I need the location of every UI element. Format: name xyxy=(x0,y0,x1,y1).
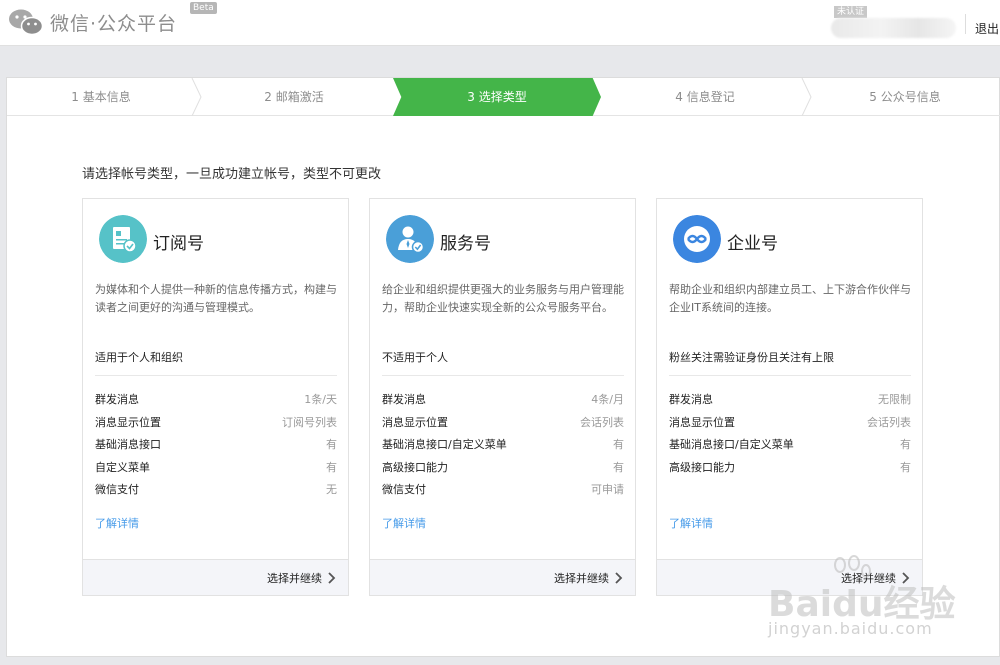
learn-more-link[interactable]: 了解详情 xyxy=(382,515,426,531)
feature-list: 群发消息 无限制 消息显示位置 会话列表 基础消息接口/自定义菜单有 高级接口能力有 xyxy=(669,391,911,481)
select-and-continue-button[interactable]: 选择并继续 xyxy=(554,570,623,586)
feature-value: 可申请 xyxy=(591,483,624,496)
account-info[interactable]: 未认证 xyxy=(831,6,959,38)
header-divider xyxy=(965,14,966,34)
account-name-blurred xyxy=(831,18,956,38)
wechat-icon xyxy=(9,9,44,36)
unverified-badge: 未认证 xyxy=(834,6,868,18)
feature-value: 有 xyxy=(613,438,624,451)
feature-row: 群发消息 4条/月 xyxy=(382,391,624,414)
card-title: 企业号 xyxy=(727,234,778,254)
select-button-label: 选择并继续 xyxy=(267,572,322,585)
feature-name: 群发消息 xyxy=(95,393,139,406)
feature-row: 消息显示位置 会话列表 xyxy=(669,414,911,437)
step-email-activation: 2 邮箱激活 xyxy=(264,90,324,104)
feature-value: 有 xyxy=(613,460,624,474)
select-button-label: 选择并继续 xyxy=(554,572,609,585)
card-description: 帮助企业和组织内部建立员工、上下游合作伙伴与企业IT系统间的连接。 xyxy=(669,283,911,314)
feature-row: 基础消息接口 有 xyxy=(95,436,337,459)
account-type-card-subscription: 订阅号 为媒体和个人提供一种新的信息传播方式，构建与读者之间更好的沟通与管理模式… xyxy=(82,198,349,596)
feature-value: 1条/天 xyxy=(304,393,337,406)
account-type-card-enterprise: 企业号 帮助企业和组织内部建立员工、上下游合作伙伴与企业IT系统间的连接。 粉丝… xyxy=(656,198,923,596)
feature-value: 会话列表 xyxy=(580,415,624,429)
top-header: 微信·公众平台 Beta 未认证 退出 xyxy=(0,0,1000,46)
feature-name: 消息显示位置 xyxy=(669,415,735,429)
chevron-right-icon xyxy=(615,572,623,584)
logout-link[interactable]: 退出 xyxy=(975,20,999,37)
feature-row: 基础消息接口/自定义菜单 有 xyxy=(669,436,911,459)
logo-text: 微信·公众平台 xyxy=(50,12,178,35)
feature-value: 4条/月 xyxy=(591,393,624,406)
feature-name: 群发消息 xyxy=(382,393,426,406)
feature-row: 高级接口能力 有 xyxy=(382,459,624,482)
feature-value: 无限制 xyxy=(878,393,911,406)
feature-name: 基础消息接口/自定义菜单 xyxy=(382,438,507,451)
step-info-registration: 4 信息登记 xyxy=(675,90,735,104)
watermark-url: jingyan.baidu.com xyxy=(768,619,933,638)
select-and-continue-button[interactable]: 选择并继续 xyxy=(267,570,336,586)
card-footer: 选择并继续 xyxy=(370,559,635,595)
feature-name: 群发消息 xyxy=(669,393,713,406)
step-separator-chevron-icon xyxy=(801,78,812,116)
feature-name: 微信支付 xyxy=(95,483,139,496)
feature-name: 基础消息接口 xyxy=(95,438,161,451)
service-person-icon xyxy=(386,215,434,263)
feature-value: 会话列表 xyxy=(867,415,911,429)
card-scope: 粉丝关注需验证身份且关注有上限 xyxy=(669,349,911,376)
feature-name: 自定义菜单 xyxy=(95,460,150,474)
learn-more-link[interactable]: 了解详情 xyxy=(95,515,139,531)
card-title: 订阅号 xyxy=(153,234,204,254)
step-account-info: 5 公众号信息 xyxy=(869,90,941,104)
feature-row: 消息显示位置 订阅号列表 xyxy=(95,414,337,437)
account-type-card-service: 服务号 给企业和组织提供更强大的业务服务与用户管理能力，帮助企业快速实现全新的公… xyxy=(369,198,636,596)
feature-list: 群发消息 1条/天 消息显示位置 订阅号列表 基础消息接口有 自定义菜单有 微信支付… xyxy=(95,391,337,504)
card-title: 服务号 xyxy=(440,234,491,254)
feature-value: 订阅号列表 xyxy=(282,415,337,429)
feature-row: 微信支付 可申请 xyxy=(382,481,624,504)
feature-name: 消息显示位置 xyxy=(382,415,448,429)
feature-row: 高级接口能力 有 xyxy=(669,459,911,482)
feature-value: 有 xyxy=(326,438,337,451)
feature-row: 微信支付 无 xyxy=(95,481,337,504)
feature-row: 群发消息 1条/天 xyxy=(95,391,337,414)
card-scope: 适用于个人和组织 xyxy=(95,349,337,376)
feature-row: 消息显示位置 会话列表 xyxy=(382,414,624,437)
feature-value: 有 xyxy=(900,460,911,474)
step-basic-info: 1 基本信息 xyxy=(71,90,131,104)
step-select-type: 3 选择类型 xyxy=(393,78,601,116)
beta-badge: Beta xyxy=(190,2,217,14)
feature-name: 消息显示位置 xyxy=(95,415,161,429)
feature-name: 高级接口能力 xyxy=(382,460,448,474)
step-separator-chevron-icon xyxy=(191,78,202,116)
step-progress-bar: 1 基本信息 2 邮箱激活 3 选择类型 4 信息登记 5 公众号信息 xyxy=(7,78,1000,116)
feature-row: 群发消息 无限制 xyxy=(669,391,911,414)
type-selection-notice: 请选择帐号类型，一旦成功建立帐号，类型不可更改 xyxy=(82,167,382,182)
feature-value: 无 xyxy=(326,483,337,496)
feature-value: 有 xyxy=(900,438,911,451)
feature-name: 微信支付 xyxy=(382,483,426,496)
enterprise-link-icon xyxy=(673,215,721,263)
card-scope: 不适用于个人 xyxy=(382,349,624,376)
feature-row: 基础消息接口/自定义菜单 有 xyxy=(382,436,624,459)
feature-name: 高级接口能力 xyxy=(669,460,735,474)
wechat-logo[interactable]: 微信·公众平台 xyxy=(8,8,177,36)
feature-list: 群发消息 4条/月 消息显示位置 会话列表 基础消息接口/自定义菜单有 高级接口能力… xyxy=(382,391,624,504)
card-footer: 选择并继续 xyxy=(83,559,348,595)
feature-value: 有 xyxy=(326,460,337,474)
baidu-jingyan-watermark: Baidu经验 jingyan.baidu.com xyxy=(760,555,1000,665)
feature-name: 基础消息接口/自定义菜单 xyxy=(669,438,794,451)
learn-more-link[interactable]: 了解详情 xyxy=(669,515,713,531)
card-description: 给企业和组织提供更强大的业务服务与用户管理能力，帮助企业快速实现全新的公众号服务… xyxy=(382,283,624,314)
feature-row: 自定义菜单 有 xyxy=(95,459,337,482)
card-description: 为媒体和个人提供一种新的信息传播方式，构建与读者之间更好的沟通与管理模式。 xyxy=(95,283,337,314)
subscription-doc-icon xyxy=(99,215,147,263)
chevron-right-icon xyxy=(328,572,336,584)
